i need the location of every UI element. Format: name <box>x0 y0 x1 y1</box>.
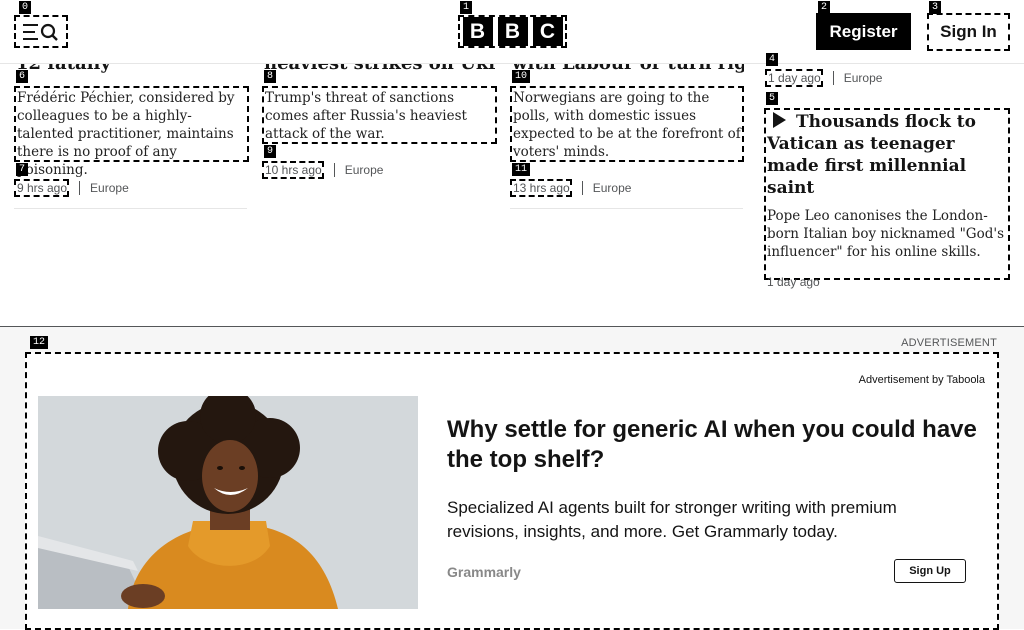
element-badge: 4 <box>766 53 779 66</box>
article-time[interactable]: 10 hrs ago <box>262 161 324 179</box>
article-meta: 1 day ago Europe <box>765 69 882 87</box>
meta-divider <box>581 181 583 195</box>
article-divider <box>14 208 247 209</box>
ad-description[interactable]: Specialized AI agents built for stronger… <box>447 496 947 544</box>
element-badge: 8 <box>264 70 277 83</box>
article-meta: 10 hrs ago Europe <box>262 161 383 179</box>
element-badge: 0 <box>19 1 32 14</box>
feature-time: 1 day ago <box>767 275 820 289</box>
element-badge: 2 <box>818 1 831 14</box>
ad-provider-label[interactable]: Advertisement by Taboola <box>859 374 985 386</box>
ad-image[interactable] <box>38 396 418 609</box>
woman-laptop-illustration <box>38 396 418 609</box>
article-time[interactable]: 13 hrs ago <box>510 179 572 197</box>
ad-brand[interactable]: Grammarly <box>447 564 521 580</box>
feature-summary: Pope Leo canonises the London-born Itali… <box>767 208 1004 260</box>
logo-letter: C <box>532 17 563 46</box>
element-badge: 5 <box>766 92 779 105</box>
element-badge: 9 <box>264 145 277 158</box>
element-badge: 10 <box>512 70 531 83</box>
site-header: B B C Register Sign In <box>0 0 1024 64</box>
meta-divider <box>333 163 335 177</box>
article-section[interactable]: Europe <box>844 71 883 85</box>
ad-sign-up-button[interactable]: Sign Up <box>894 559 966 583</box>
menu-search-button[interactable] <box>14 15 68 48</box>
ad-headline[interactable]: Why settle for generic AI when you could… <box>447 415 977 475</box>
article-divider <box>510 208 743 209</box>
feature-title[interactable]: Thousands flock to Vatican as teenager m… <box>767 112 976 198</box>
logo-letter: B <box>462 17 493 46</box>
article-summary[interactable]: Trump's threat of sanctions comes after … <box>262 86 497 144</box>
article-time[interactable]: 1 day ago <box>765 69 823 87</box>
feature-title-wrap: Thousands flock to Vatican as teenager m… <box>767 111 1007 199</box>
article-meta: 13 hrs ago Europe <box>510 179 631 197</box>
play-icon <box>773 112 786 128</box>
article-section[interactable]: Europe <box>345 163 384 177</box>
article-time[interactable]: 9 hrs ago <box>14 179 70 197</box>
element-badge: 1 <box>460 1 473 14</box>
meta-divider <box>832 71 834 85</box>
logo-letter: B <box>497 17 528 46</box>
element-badge: 6 <box>16 70 29 83</box>
element-badge: 12 <box>30 336 49 349</box>
article-section[interactable]: Europe <box>90 181 129 195</box>
menu-search-icon <box>23 23 58 41</box>
article-summary[interactable]: Norwegians are going to the polls, with … <box>510 86 744 162</box>
article-summary[interactable]: Frédéric Péchier, considered by colleagu… <box>14 86 249 178</box>
video-story-card[interactable]: Thousands flock to Vatican as teenager m… <box>764 108 1010 289</box>
advertisement-section: ADVERTISEMENT Advertisement by Taboola W… <box>0 326 1024 630</box>
bbc-logo[interactable]: B B C <box>458 15 567 48</box>
element-badge: 11 <box>512 163 531 176</box>
article-meta: 9 hrs ago Europe <box>14 179 129 197</box>
meta-divider <box>79 181 81 195</box>
element-badge: 3 <box>929 1 942 14</box>
sign-in-button[interactable]: Sign In <box>927 13 1010 51</box>
register-button[interactable]: Register <box>816 13 911 50</box>
sponsored-ad[interactable]: Advertisement by Taboola Why settle for … <box>25 352 999 630</box>
advertisement-label: ADVERTISEMENT <box>901 337 997 349</box>
element-badge: 7 <box>16 163 29 176</box>
article-section[interactable]: Europe <box>593 181 632 195</box>
